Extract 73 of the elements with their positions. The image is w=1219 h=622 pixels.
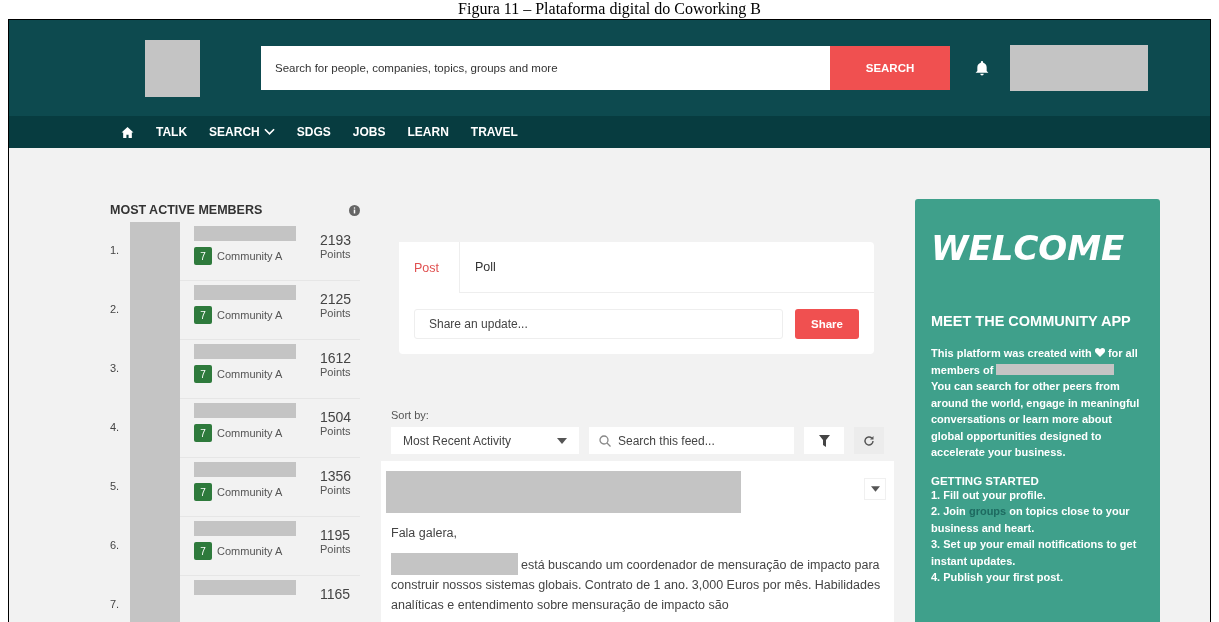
post-menu-button[interactable] <box>864 478 886 500</box>
section-title: MOST ACTIVE MEMBERS <box>110 203 263 217</box>
points-label: Points <box>320 366 352 378</box>
points-value: 1612 <box>320 350 353 366</box>
level-badge: 7 <box>194 365 212 383</box>
nav-link[interactable]: TRAVEL <box>470 125 518 139</box>
filter-icon <box>818 434 830 447</box>
nav-link[interactable]: TALK <box>156 125 188 139</box>
level-badge: 7 <box>194 483 212 501</box>
update-field[interactable]: Share an update... <box>414 309 783 339</box>
sort-dropdown[interactable]: Most Recent Activity <box>391 427 579 454</box>
welcome-text: This platform was created with for all members of You can search for other peers from around the world, engage in meaningful conversations or learn more about global opportunities designed to accelerate your business. <box>931 346 1141 460</box>
caret-icon <box>870 486 880 492</box>
heart-icon <box>1094 348 1105 357</box>
caret-icon <box>557 437 567 444</box>
share-button[interactable]: Share <box>795 309 859 339</box>
points-value: 2125 <box>320 291 353 307</box>
post-text: está buscando um coordenador de mensuração de impacto para construir nossos sistemas globais. Contrato de 1 ano. 3,000 Euros por mês. Habilidades analíticas e entendimento sobre mensuração de impacto são <box>391 553 886 615</box>
info-icon[interactable] <box>349 204 360 216</box>
level-badge: 7 <box>194 247 212 265</box>
points-value: 1195 <box>320 527 352 543</box>
nav-link[interactable]: LEARN <box>407 125 449 139</box>
level-badge: 7 <box>194 424 212 442</box>
figure-caption: Figura 11 – Plataforma digital do Coworking B <box>458 0 761 18</box>
avatar-placeholder <box>130 222 180 281</box>
nav-link[interactable]: SDGS <box>296 125 331 139</box>
points-label: Points <box>320 484 352 496</box>
nav-link[interactable]: SEARCH <box>209 125 275 139</box>
bell-icon[interactable] <box>975 60 989 76</box>
points-label: Points <box>320 543 352 555</box>
rank-number: 6. <box>110 539 121 551</box>
welcome-title: WELCOME <box>931 227 1125 270</box>
level-badge: 7 <box>194 306 212 324</box>
community-name: Community A <box>217 427 283 439</box>
nav-link[interactable]: JOBS <box>352 125 386 139</box>
points-value: 2193 <box>320 232 353 248</box>
level-badge: 7 <box>194 542 212 560</box>
sort-label: Sort by: <box>391 409 430 421</box>
refresh-icon <box>863 434 875 447</box>
chevron-icon <box>263 128 275 136</box>
rank-number: 3. <box>110 362 121 374</box>
rank-number: 1. <box>110 244 121 256</box>
post-greeting: Fala galera, <box>391 525 458 542</box>
points-value: 1165 <box>320 586 352 602</box>
points-label: Points <box>320 425 352 437</box>
search-button[interactable]: SEARCH <box>830 46 950 90</box>
rank-number: 7. <box>110 598 121 610</box>
refresh-button[interactable] <box>854 427 884 454</box>
points-value: 1356 <box>320 468 353 484</box>
rank-number: 5. <box>110 480 121 492</box>
step-text: 1. Fill out your profile. <box>931 487 1047 503</box>
filter-button[interactable] <box>804 427 844 454</box>
welcome-subtitle: MEET THE COMMUNITY APP <box>931 313 1132 329</box>
points-label: Points <box>320 307 352 319</box>
logo-placeholder <box>145 39 200 97</box>
community-name: Community A <box>217 309 283 321</box>
steps-title: GETTING STARTED <box>931 474 1040 487</box>
search-icon <box>599 434 611 447</box>
step-text: 3. Set up your email notifications to get instant updates. <box>931 537 1138 569</box>
points-label: Points <box>320 248 352 260</box>
community-name: Community A <box>217 250 283 262</box>
community-name: Community A <box>217 545 283 557</box>
avatar-placeholder <box>130 576 180 622</box>
search-field[interactable]: Search for people, companies, topics, groups and more <box>261 46 830 90</box>
community-name: Community A <box>217 368 283 380</box>
step-text: 4. Publish your first post. <box>931 570 1065 585</box>
home-icon[interactable] <box>121 125 134 139</box>
community-name: Community A <box>217 486 283 498</box>
feed-search-field[interactable]: Search this feed... <box>589 427 794 454</box>
composer-tab[interactable]: Post <box>399 242 460 293</box>
points-value: 1504 <box>320 409 353 425</box>
rank-number: 4. <box>110 421 121 433</box>
rank-number: 2. <box>110 303 121 315</box>
